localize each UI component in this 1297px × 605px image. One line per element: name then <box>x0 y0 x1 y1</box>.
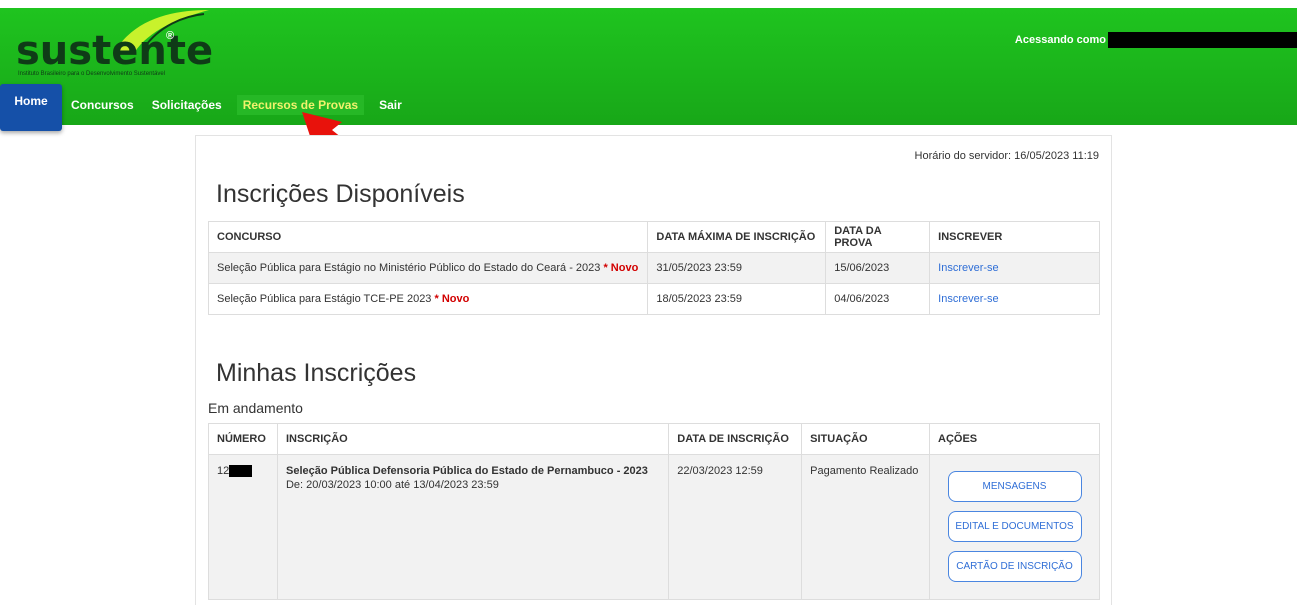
novo-badge: * Novo <box>434 293 470 305</box>
table-header-row: NÚMERO INSCRIÇÃO DATA DE INSCRIÇÃO SITUA… <box>208 423 1100 455</box>
col-numero: NÚMERO <box>208 423 278 455</box>
nav-home-label: Home <box>14 93 48 108</box>
redacted-username <box>1108 32 1297 48</box>
concurso-cell: Seleção Pública para Estágio TCE-PE 2023… <box>207 283 649 315</box>
redacted-number <box>229 465 253 477</box>
inscrever-cell: Inscrever-se <box>929 252 1100 284</box>
col-situacao: SITUAÇÃO <box>801 423 931 455</box>
data-prova-cell: 04/06/2023 <box>825 283 931 315</box>
edital-documentos-button[interactable]: EDITAL E DOCUMENTOS <box>947 511 1082 542</box>
col-data-maxima: DATA MÁXIMA DE INSCRIÇÃO <box>647 221 827 253</box>
col-inscrever: INSCREVER <box>929 221 1100 253</box>
table-row: Seleção Pública para Estágio TCE-PE 2023… <box>207 283 1100 315</box>
inscricao-period: De: 20/03/2023 10:00 até 13/04/2023 23:5… <box>285 479 499 491</box>
col-data-prova: DATA DA PROVA <box>825 221 931 253</box>
table-header-row: CONCURSO DATA MÁXIMA DE INSCRIÇÃO DATA D… <box>207 221 1100 253</box>
col-concurso: CONCURSO <box>207 221 649 253</box>
table-row: 12 Seleção Pública Defensoria Pública do… <box>208 454 1100 600</box>
nav-home[interactable]: Home <box>0 84 62 131</box>
col-acoes: AÇÕES <box>929 423 1100 455</box>
inscricao-title: Seleção Pública Defensoria Pública do Es… <box>285 465 648 477</box>
concurso-name: Seleção Pública para Estágio TCE-PE 2023 <box>217 293 432 305</box>
inscrever-link[interactable]: Inscrever-se <box>938 293 999 305</box>
inscricao-cell: Seleção Pública Defensoria Pública do Es… <box>276 454 670 600</box>
inscricoes-disponiveis-table: CONCURSO DATA MÁXIMA DE INSCRIÇÃO DATA D… <box>207 221 1100 315</box>
col-data-inscricao: DATA DE INSCRIÇÃO <box>668 423 803 455</box>
logo-tagline: Instituto Brasileiro para o Desenvolvime… <box>18 71 166 77</box>
minhas-inscricoes-title: Minhas Inscrições <box>216 359 417 387</box>
table-row: Seleção Pública para Estágio no Ministér… <box>207 252 1100 284</box>
content-panel: Horário do servidor: 16/05/2023 11:19 In… <box>195 135 1112 605</box>
sustente-logo[interactable]: sustente ® Instituto Brasileiro para o D… <box>14 10 213 78</box>
logo-registered-mark: ® <box>166 30 175 42</box>
nav-concursos[interactable]: Concursos <box>62 98 143 112</box>
cartao-inscricao-button[interactable]: CARTÃO DE INSCRIÇÃO <box>947 551 1082 582</box>
numero-cell: 12 <box>208 454 278 600</box>
minhas-inscricoes-table: NÚMERO INSCRIÇÃO DATA DE INSCRIÇÃO SITUA… <box>208 423 1100 600</box>
actions-group: MENSAGENS EDITAL E DOCUMENTOS CARTÃO DE … <box>938 465 1091 591</box>
user-label: Acessando como <box>1014 34 1106 46</box>
numero-prefix: 12 <box>217 465 230 477</box>
data-maxima-cell: 18/05/2023 23:59 <box>647 283 827 315</box>
situacao-cell: Pagamento Realizado <box>801 454 931 600</box>
inscricoes-disponiveis-title: Inscrições Disponíveis <box>216 180 465 208</box>
col-inscricao: INSCRIÇÃO <box>276 423 670 455</box>
data-inscricao-cell: 22/03/2023 12:59 <box>668 454 803 600</box>
concurso-name: Seleção Pública para Estágio no Ministér… <box>217 262 601 274</box>
novo-badge: * Novo <box>603 262 639 274</box>
concurso-cell: Seleção Pública para Estágio no Ministér… <box>207 252 649 284</box>
mensagens-button[interactable]: MENSAGENS <box>947 471 1082 502</box>
numero-value: 12 <box>217 465 269 477</box>
logo-text: sustente <box>16 28 214 74</box>
server-time: Horário do servidor: 16/05/2023 11:19 <box>914 150 1099 162</box>
em-andamento-subtitle: Em andamento <box>208 400 303 416</box>
user-info: Acessando como <box>1015 32 1297 48</box>
acoes-cell: MENSAGENS EDITAL E DOCUMENTOS CARTÃO DE … <box>929 454 1100 600</box>
inscrever-cell: Inscrever-se <box>929 283 1100 315</box>
nav-solicitacoes[interactable]: Solicitações <box>143 98 231 112</box>
data-maxima-cell: 31/05/2023 23:59 <box>647 252 827 284</box>
inscrever-link[interactable]: Inscrever-se <box>938 262 999 274</box>
data-prova-cell: 15/06/2023 <box>825 252 931 284</box>
